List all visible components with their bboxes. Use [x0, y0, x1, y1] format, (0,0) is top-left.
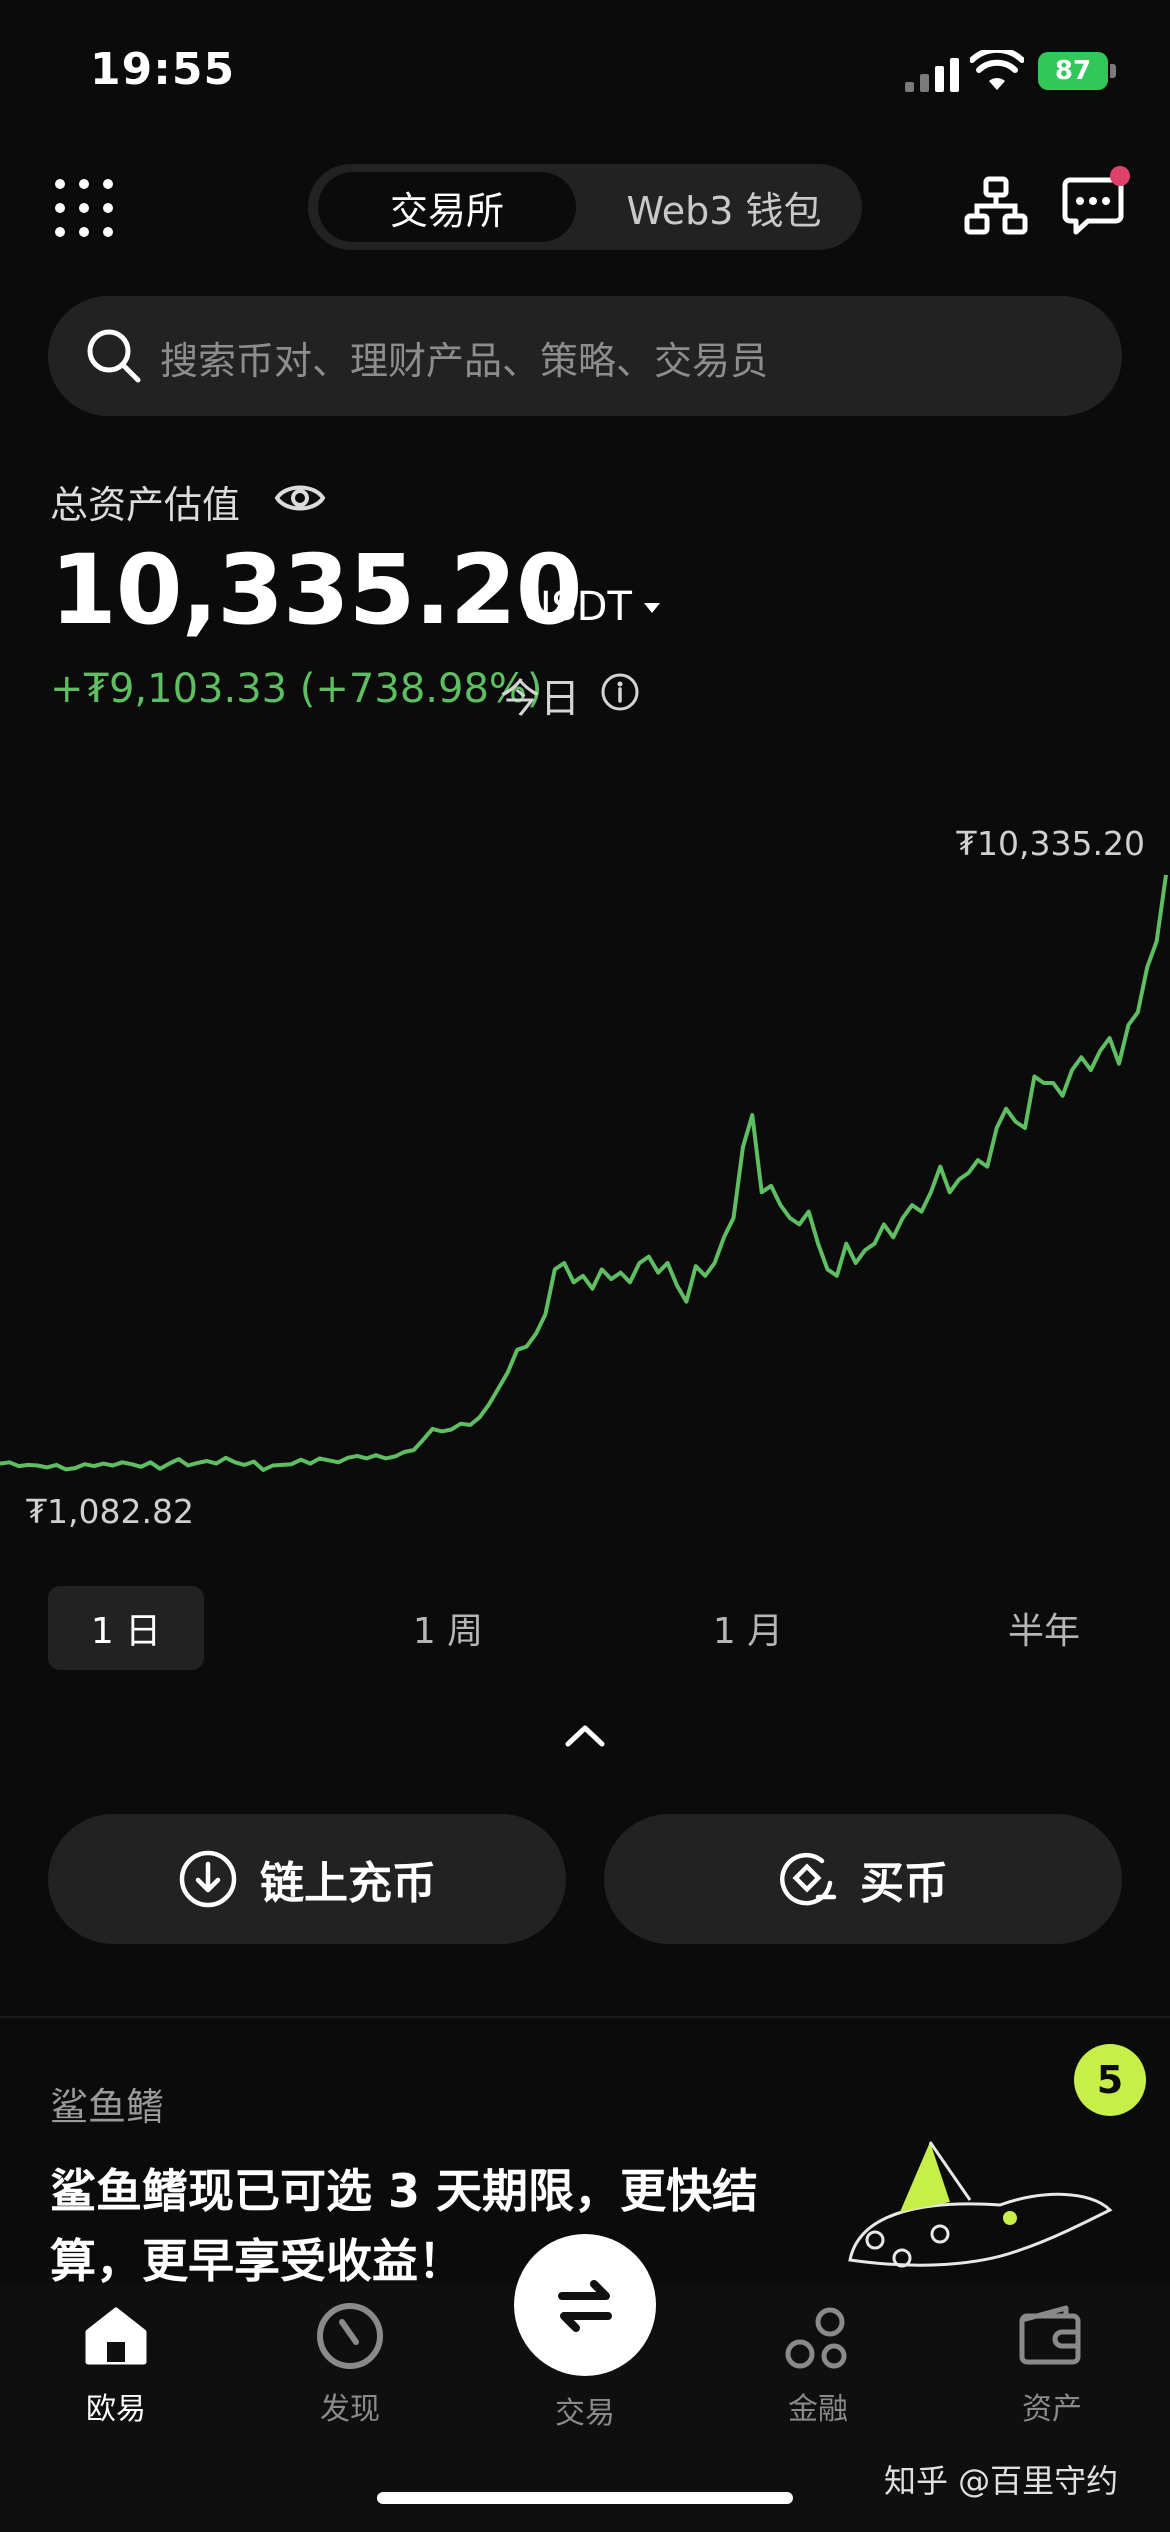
compass-icon — [317, 2303, 383, 2369]
nav-home[interactable]: 欧易 — [36, 2298, 196, 2438]
chart-max-label: ₮10,335.20 — [956, 824, 1145, 863]
battery-tip — [1110, 64, 1116, 78]
eye-icon[interactable] — [274, 478, 326, 518]
nav-assets-label: 资产 — [1022, 2392, 1082, 2427]
nav-home-label: 欧易 — [86, 2392, 146, 2427]
wallet-icon — [1019, 2305, 1081, 2365]
pnl-period: 今日 — [500, 676, 580, 722]
range-1m[interactable]: 1 月 — [670, 1586, 826, 1670]
chevron-up-icon[interactable] — [562, 1718, 608, 1752]
battery-level: 87 — [1054, 56, 1092, 86]
range-6m[interactable]: 半年 — [966, 1586, 1122, 1670]
info-icon[interactable] — [600, 672, 640, 712]
asset-value-line — [0, 874, 1168, 1472]
range-1w[interactable]: 1 周 — [370, 1586, 526, 1670]
notification-dot — [1110, 166, 1130, 186]
asset-line-chart — [0, 874, 1168, 1472]
range-1d[interactable]: 1 日 — [48, 1586, 204, 1670]
chart-min-label: ₮1,082.82 — [26, 1492, 194, 1531]
promo-title: 鲨鱼鳍 — [50, 2085, 165, 2129]
download-icon — [179, 1850, 237, 1908]
finance-icon — [785, 2307, 847, 2369]
pnl-change: +₮9,103.33 (+738.98%) — [50, 666, 543, 712]
nav-finance[interactable]: 金融 — [738, 2298, 898, 2438]
search-icon — [87, 329, 141, 383]
nav-discover[interactable]: 发现 — [270, 2298, 430, 2438]
search-placeholder: 搜索币对、理财产品、策略、交易员 — [160, 339, 769, 383]
home-indicator — [377, 2492, 793, 2504]
battery-icon: 87 — [1038, 52, 1108, 90]
tab-web3-wallet[interactable]: Web3 钱包 — [596, 172, 852, 242]
promo-headline[interactable]: 鲨鱼鳍现已可选 3 天期限，更快结算，更早享受收益！ — [50, 2156, 810, 2296]
trade-button[interactable] — [514, 2234, 656, 2376]
signal-icon — [905, 58, 959, 92]
buy-crypto-button[interactable]: 买币 — [604, 1814, 1122, 1944]
nav-discover-label: 发现 — [320, 2392, 380, 2427]
watermark: 知乎 @百里守约 — [884, 2462, 1119, 2500]
asset-label: 总资产估值 — [50, 483, 241, 527]
nav-trade-label: 交易 — [555, 2396, 615, 2431]
buy-coin-icon — [780, 1852, 837, 1906]
tab-exchange[interactable]: 交易所 — [318, 172, 576, 242]
promo-count-badge[interactable]: 5 — [1074, 2044, 1146, 2116]
home-icon — [85, 2307, 147, 2365]
range-tabs: 1 日 1 周 1 月 半年 — [48, 1586, 1122, 1670]
nav-assets[interactable]: 资产 — [972, 2298, 1132, 2438]
status-time: 19:55 — [90, 44, 236, 95]
wifi-icon — [970, 50, 1024, 90]
menu-grid-icon[interactable] — [54, 178, 114, 238]
section-divider — [0, 2016, 1170, 2018]
caret-down-icon[interactable] — [640, 598, 664, 618]
deposit-onchain-button[interactable]: 链上充币 — [48, 1814, 566, 1944]
buy-crypto-label: 买币 — [860, 1858, 948, 1909]
asset-value: 10,335.20 — [50, 534, 583, 646]
swap-icon — [558, 2280, 612, 2332]
network-icon[interactable] — [964, 176, 1028, 236]
nav-finance-label: 金融 — [788, 2392, 848, 2427]
currency-selector[interactable]: USDT — [522, 584, 632, 630]
deposit-onchain-label: 链上充币 — [260, 1858, 436, 1909]
shark-fin-illustration — [848, 2141, 1113, 2268]
